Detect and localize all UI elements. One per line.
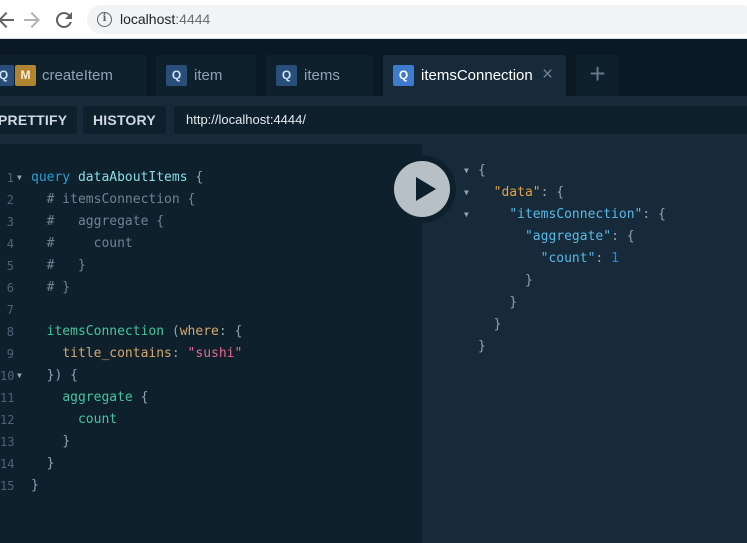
code-line: 15 } xyxy=(0,475,422,497)
code-line: 4 # count xyxy=(0,233,422,255)
code-line: 1 ▼ query dataAboutItems { xyxy=(0,167,422,189)
line-number: 4 xyxy=(6,237,14,251)
address-bar[interactable]: i localhost:4444 xyxy=(87,5,747,34)
query-editor[interactable]: 1 ▼ query dataAboutItems { 2 # itemsConn… xyxy=(0,144,422,543)
comment: # } xyxy=(46,258,86,273)
arrow-right-icon[interactable] xyxy=(20,8,44,32)
line-number: 6 xyxy=(6,281,14,295)
query-badge: Q xyxy=(0,65,14,86)
tabs-row: Q M createItem Q item Q items Q itemsCon… xyxy=(0,39,747,96)
json-key: "count" xyxy=(540,251,596,266)
string-value: "sushi" xyxy=(187,346,243,361)
editor-toolbar: PRETTIFY HISTORY http://localhost:4444/ xyxy=(0,96,747,144)
json-key: "data" xyxy=(493,185,541,200)
field-name: count xyxy=(77,412,118,427)
query-badge: Q xyxy=(393,65,414,86)
code-line: 3 # aggregate { xyxy=(0,211,422,233)
fold-arrow-icon[interactable]: ▼ xyxy=(464,182,469,204)
fold-arrow-icon[interactable]: ▼ xyxy=(17,167,22,189)
line-number: 8 xyxy=(6,325,14,339)
fold-arrow-icon[interactable]: ▼ xyxy=(17,365,22,387)
tab-label: items xyxy=(304,67,340,84)
query-badge: Q xyxy=(166,65,187,86)
history-button[interactable]: HISTORY xyxy=(83,106,166,134)
fold-arrow-icon[interactable]: ▼ xyxy=(464,160,469,182)
line-number: 7 xyxy=(6,303,14,317)
arrow-left-icon[interactable] xyxy=(0,8,18,32)
tab-label: item xyxy=(194,67,223,84)
prettify-button[interactable]: PRETTIFY xyxy=(0,106,78,134)
code-line: 5 # } xyxy=(0,255,422,277)
tab-label: itemsConnection xyxy=(421,67,533,84)
query-keyword: query xyxy=(31,170,71,185)
comment: # itemsConnection { xyxy=(46,192,196,207)
line-number: 12 xyxy=(0,413,15,427)
tab-label: createItem xyxy=(42,67,113,84)
code-line: 14 } xyxy=(0,453,422,475)
operation-name: dataAboutItems xyxy=(77,170,188,185)
mutation-badge: M xyxy=(15,65,36,86)
line-number: 2 xyxy=(6,193,14,207)
query-code[interactable]: 1 ▼ query dataAboutItems { 2 # itemsConn… xyxy=(0,167,422,497)
close-icon[interactable]: × xyxy=(542,65,553,85)
code-line: 12 count xyxy=(0,409,422,431)
json-key: "itemsConnection" xyxy=(509,207,643,222)
json-number: 1 xyxy=(611,251,619,266)
code-line: 9 title_contains: "sushi" xyxy=(0,343,422,365)
result-panel: ▼{ ▼ "data": { ▼ "itemsConnection": { "a… xyxy=(422,144,747,543)
line-number: 15 xyxy=(0,479,15,493)
info-icon[interactable]: i xyxy=(97,12,112,27)
browser-toolbar: i localhost:4444 xyxy=(0,0,747,39)
json-key: "aggregate" xyxy=(524,229,612,244)
comment: # } xyxy=(46,280,71,295)
tab-item[interactable]: Q item xyxy=(156,55,256,96)
tab-itemsconnection[interactable]: Q itemsConnection × xyxy=(383,55,566,96)
line-number: 11 xyxy=(0,391,15,405)
tab-items[interactable]: Q items xyxy=(266,55,373,96)
code-line: 8 itemsConnection (where: { xyxy=(0,321,422,343)
comment: # aggregate { xyxy=(46,214,165,229)
code-line: 11 aggregate { xyxy=(0,387,422,409)
code-line: 2 # itemsConnection { xyxy=(0,189,422,211)
line-number: 5 xyxy=(6,259,14,273)
reload-icon[interactable] xyxy=(52,8,76,32)
line-number: 14 xyxy=(0,457,15,471)
line-number: 1 xyxy=(6,171,14,185)
code-line: 13 } xyxy=(0,431,422,453)
comment: # count xyxy=(46,236,133,251)
input-key: title_contains xyxy=(62,346,172,361)
play-icon xyxy=(416,177,436,201)
line-number: 10 xyxy=(0,369,15,383)
line-number: 9 xyxy=(6,347,14,361)
execute-query-button[interactable] xyxy=(388,155,456,223)
endpoint-input[interactable]: http://localhost:4444/ xyxy=(174,106,747,134)
code-line: 6 # } xyxy=(0,277,422,299)
tab-createitem[interactable]: Q M createItem xyxy=(0,55,146,96)
line-number: 13 xyxy=(0,435,15,449)
code-line: 10 ▼ }) { xyxy=(0,365,422,387)
result-json: ▼{ ▼ "data": { ▼ "itemsConnection": { "a… xyxy=(422,160,747,358)
query-badge: Q xyxy=(276,65,297,86)
line-number: 3 xyxy=(6,215,14,229)
fold-arrow-icon[interactable]: ▼ xyxy=(464,204,469,226)
field-name: itemsConnection xyxy=(46,324,165,339)
argument-name: where xyxy=(179,324,219,339)
url-text: localhost:4444 xyxy=(120,11,211,27)
add-tab-button[interactable]: + xyxy=(576,55,619,96)
code-line: 7 xyxy=(0,299,422,321)
field-name: aggregate xyxy=(62,390,133,405)
